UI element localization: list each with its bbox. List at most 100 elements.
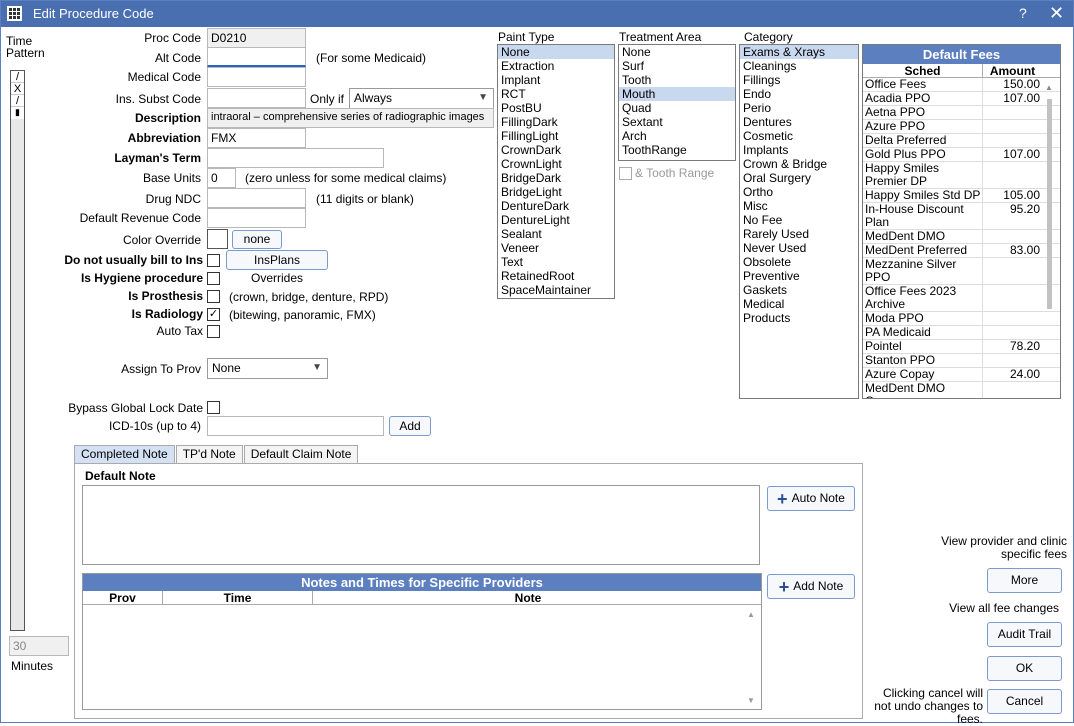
fee-amount[interactable]: [983, 230, 1042, 243]
audit-trail-button[interactable]: Audit Trail: [987, 622, 1062, 647]
fee-amount[interactable]: 83.00: [983, 244, 1042, 257]
fee-amount[interactable]: [983, 120, 1042, 133]
fee-amount[interactable]: 107.00: [983, 92, 1042, 105]
category-item[interactable]: Misc: [740, 199, 858, 213]
icd-input[interactable]: [207, 416, 384, 436]
fee-row[interactable]: Stanton PPO: [863, 354, 1060, 368]
fee-amount[interactable]: [983, 354, 1042, 367]
fee-row[interactable]: MedDent Preferred 83.00: [863, 244, 1060, 258]
paint-type-item[interactable]: FillingLight: [498, 129, 614, 143]
fee-amount[interactable]: 78.20: [983, 340, 1042, 353]
paint-type-item[interactable]: Sealant: [498, 227, 614, 241]
fee-row[interactable]: Acadia PPO 107.00: [863, 92, 1060, 106]
paint-type-item[interactable]: FillingDark: [498, 115, 614, 129]
pattern-cell[interactable]: /: [11, 71, 24, 83]
fee-amount[interactable]: 150.00: [983, 78, 1042, 91]
paint-type-item[interactable]: RCT: [498, 87, 614, 101]
treatment-area-list[interactable]: None Surf Tooth Mouth Quad Sextant Arch ToothRa…: [618, 44, 736, 161]
prosthesis-checkbox[interactable]: [207, 290, 220, 303]
paint-type-item[interactable]: PostBU: [498, 101, 614, 115]
treatment-area-item[interactable]: Arch: [619, 129, 735, 143]
fee-amount[interactable]: [983, 285, 1042, 311]
category-item[interactable]: Never Used: [740, 241, 858, 255]
category-list[interactable]: Exams & Xrays Cleanings Fillings Endo Perio D…: [739, 44, 859, 399]
category-item[interactable]: Exams & Xrays: [740, 45, 858, 59]
scroll-up-icon[interactable]: ▲: [1045, 83, 1053, 92]
revenue-code-input[interactable]: [207, 208, 306, 228]
category-item[interactable]: Ortho: [740, 185, 858, 199]
tab-completed-note[interactable]: Completed Note: [74, 445, 175, 463]
scroll-down-icon[interactable]: ▼: [747, 696, 755, 705]
base-units-input[interactable]: 0: [207, 168, 236, 188]
category-item[interactable]: Oral Surgery: [740, 171, 858, 185]
icd-add-button[interactable]: Add: [389, 416, 431, 436]
fee-row[interactable]: Office Fees 150.00: [863, 78, 1060, 92]
paint-type-item[interactable]: Implant: [498, 73, 614, 87]
treatment-area-item[interactable]: ToothRange: [619, 143, 735, 157]
paint-type-item[interactable]: BridgeDark: [498, 171, 614, 185]
time-pattern-bar[interactable]: / X / ▮: [10, 70, 25, 631]
paint-type-item[interactable]: Extraction: [498, 59, 614, 73]
scroll-grip-icon[interactable]: ▮: [11, 107, 24, 119]
category-item[interactable]: Endo: [740, 87, 858, 101]
treatment-area-item[interactable]: Sextant: [619, 115, 735, 129]
help-icon[interactable]: ?: [1019, 5, 1027, 21]
category-item[interactable]: Products: [740, 311, 858, 325]
add-note-button[interactable]: + Add Note: [767, 574, 855, 599]
fee-row[interactable]: Office Fees 2023 Archive: [863, 285, 1060, 312]
paint-type-item[interactable]: RetainedRoot: [498, 269, 614, 283]
insplans-overrides-button[interactable]: InsPlans Overrides: [226, 250, 328, 285]
paint-type-list[interactable]: None Extraction Implant RCT PostBU FillingDar…: [497, 44, 615, 299]
auto-note-button[interactable]: + Auto Note: [767, 486, 855, 511]
color-none-button[interactable]: none: [232, 230, 282, 249]
fee-row[interactable]: Pointel 78.20: [863, 340, 1060, 354]
pattern-cell[interactable]: X: [11, 83, 24, 95]
category-item[interactable]: Preventive: [740, 269, 858, 283]
category-item[interactable]: Implants: [740, 143, 858, 157]
treatment-area-item[interactable]: Quad: [619, 101, 735, 115]
fee-amount[interactable]: [983, 326, 1042, 339]
tooth-range-checkbox[interactable]: [619, 167, 632, 180]
paint-type-item[interactable]: BridgeLight: [498, 185, 614, 199]
fee-amount[interactable]: [983, 134, 1042, 147]
minutes-field[interactable]: 30: [9, 636, 69, 656]
assign-prov-select[interactable]: None ▼: [207, 358, 328, 379]
close-icon[interactable]: ✕: [1049, 3, 1064, 24]
ins-subst-input[interactable]: [207, 88, 306, 108]
default-fees-grid[interactable]: Default Fees Sched Amount Office Fees 150…: [862, 44, 1061, 399]
fee-row[interactable]: Gold Plus PPO 107.00: [863, 148, 1060, 162]
tab-tpd-note[interactable]: TP'd Note: [175, 445, 243, 463]
category-item[interactable]: Fillings: [740, 73, 858, 87]
fee-amount[interactable]: [983, 162, 1042, 188]
fee-row[interactable]: MedDent DMO: [863, 230, 1060, 244]
paint-type-item[interactable]: None: [498, 45, 614, 59]
radiology-checkbox[interactable]: ✓: [207, 308, 220, 321]
paint-type-item[interactable]: Text: [498, 255, 614, 269]
category-item[interactable]: Medical: [740, 297, 858, 311]
description-field[interactable]: intraoral – comprehensive series of radi…: [207, 108, 494, 128]
category-item[interactable]: No Fee: [740, 213, 858, 227]
drug-ndc-input[interactable]: [207, 188, 306, 208]
category-item[interactable]: Crown & Bridge: [740, 157, 858, 171]
category-item[interactable]: Obsolete: [740, 255, 858, 269]
no-bill-checkbox[interactable]: [207, 254, 220, 267]
fee-amount[interactable]: 24.00: [983, 368, 1042, 381]
bypass-lock-checkbox[interactable]: [207, 401, 220, 414]
auto-tax-checkbox[interactable]: [207, 325, 220, 338]
fee-row[interactable]: In-House Discount Plan 95.20: [863, 203, 1060, 230]
hygiene-checkbox[interactable]: [207, 272, 220, 285]
treatment-area-item[interactable]: Surf: [619, 59, 735, 73]
scroll-up-icon[interactable]: ▲: [747, 610, 755, 619]
fee-amount[interactable]: [983, 382, 1042, 398]
fee-row[interactable]: PA Medicaid: [863, 326, 1060, 340]
fee-row[interactable]: Happy Smiles Std DP 105.00: [863, 189, 1060, 203]
fee-row[interactable]: Aetna PPO: [863, 106, 1060, 120]
only-if-select[interactable]: Always ▼: [349, 88, 494, 109]
fee-amount[interactable]: [983, 312, 1042, 325]
color-swatch[interactable]: [207, 229, 228, 249]
fee-row[interactable]: Moda PPO: [863, 312, 1060, 326]
fee-amount[interactable]: 95.20: [983, 203, 1042, 229]
fee-amount[interactable]: 105.00: [983, 189, 1042, 202]
category-item[interactable]: Gaskets: [740, 283, 858, 297]
more-button[interactable]: More: [987, 568, 1062, 593]
